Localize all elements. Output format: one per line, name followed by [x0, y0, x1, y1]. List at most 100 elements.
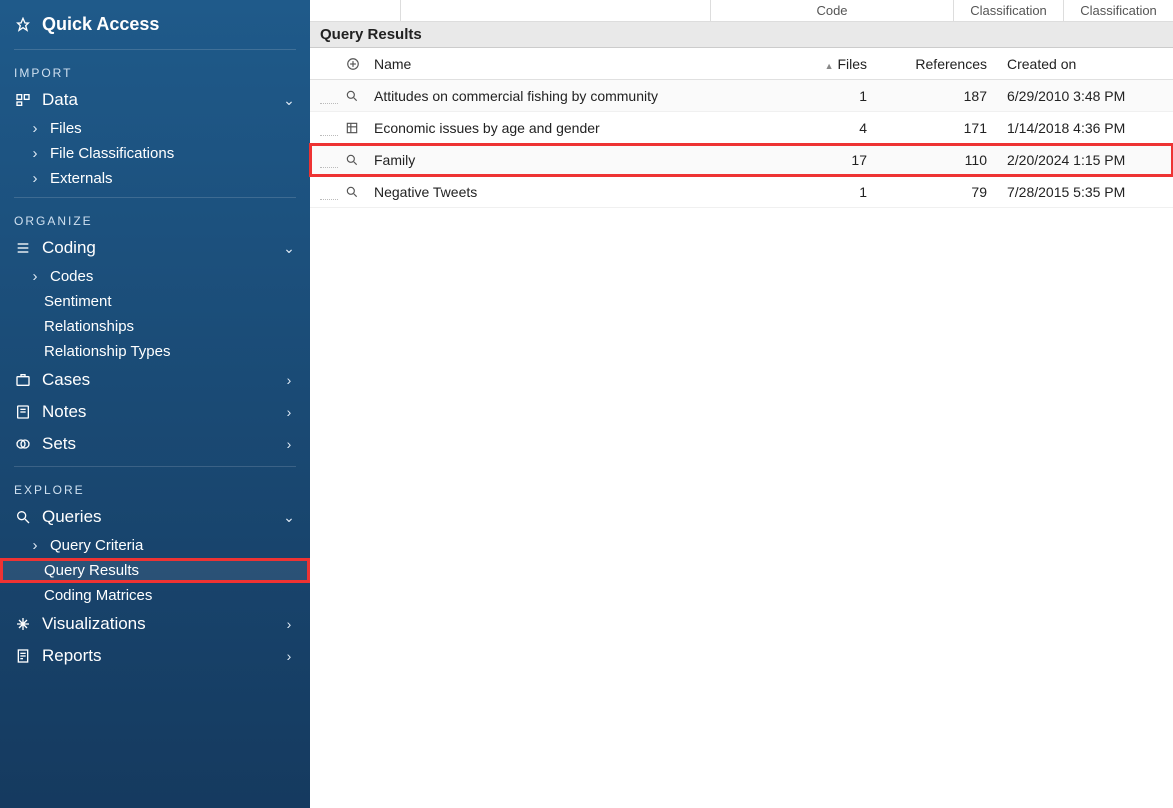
divider [14, 466, 296, 467]
chevron-right-icon: › [28, 170, 42, 187]
row-refs: 110 [883, 152, 1003, 168]
nav-visualizations[interactable]: Visualizations › [0, 608, 310, 640]
nav-coding-relationships[interactable]: Relationships [0, 314, 310, 339]
divider [14, 197, 296, 198]
col-files[interactable]: ▲ Files [793, 56, 883, 72]
nav-data-externals[interactable]: › Externals [0, 166, 310, 191]
row-refs: 187 [883, 88, 1003, 104]
chevron-right-icon: › [282, 616, 296, 632]
nav-coding-codes[interactable]: › Codes [0, 264, 310, 289]
chevron-down-icon: ⌄ [282, 509, 296, 526]
row-files: 4 [793, 120, 883, 136]
table-row-highlighted[interactable]: Family 17 110 2/20/2024 1:15 PM [310, 144, 1173, 176]
chevron-right-icon: › [282, 648, 296, 664]
nav-coding-relationship-types[interactable]: Relationship Types [0, 339, 310, 364]
nav-coding-relationships-label: Relationships [44, 318, 134, 335]
row-name: Negative Tweets [370, 184, 793, 200]
nav-queries-matrices-label: Coding Matrices [44, 587, 152, 604]
magnify-icon [344, 152, 360, 168]
row-files: 17 [793, 152, 883, 168]
chevron-right-icon: › [28, 268, 42, 285]
data-icon [14, 91, 32, 109]
col-created[interactable]: Created on [1003, 56, 1173, 72]
row-refs: 79 [883, 184, 1003, 200]
nav-data-label: Data [42, 90, 78, 110]
chevron-right-icon: › [282, 436, 296, 452]
nav-data[interactable]: Data ⌄ [0, 84, 310, 116]
nav-queries[interactable]: Queries ⌄ [0, 501, 310, 533]
nav-notes[interactable]: Notes › [0, 396, 310, 428]
col-created-label: Created on [1007, 56, 1076, 72]
list-icon [14, 239, 32, 257]
matrix-icon [344, 120, 360, 136]
col-references-label: References [915, 56, 987, 72]
nav-queries-label: Queries [42, 507, 102, 527]
section-explore: EXPLORE [0, 473, 310, 501]
row-name: Economic issues by age and gender [370, 120, 793, 136]
nav-notes-label: Notes [42, 402, 86, 422]
nav-coding-sentiment[interactable]: Sentiment [0, 289, 310, 314]
nav-cases-label: Cases [42, 370, 90, 390]
quick-access[interactable]: Quick Access [0, 6, 310, 43]
nav-data-files[interactable]: › Files [0, 116, 310, 141]
sort-asc-icon: ▲ [825, 61, 834, 71]
chevron-right-icon: › [28, 537, 42, 554]
nav-cases[interactable]: Cases › [0, 364, 310, 396]
nav-queries-criteria[interactable]: › Query Criteria [0, 533, 310, 558]
top-header-code[interactable]: Code [710, 0, 953, 21]
notes-icon [14, 403, 32, 421]
table-row[interactable]: Negative Tweets 1 79 7/28/2015 5:35 PM [310, 176, 1173, 208]
nav-queries-results[interactable]: Query Results [0, 558, 310, 583]
nav-data-file-classifications[interactable]: › File Classifications [0, 141, 310, 166]
main-panel: Code Classification Classification Query… [310, 0, 1173, 808]
nav-queries-results-label: Query Results [44, 562, 139, 579]
sparkle-icon [14, 615, 32, 633]
quick-access-label: Quick Access [42, 14, 159, 35]
nav-coding-codes-label: Codes [50, 268, 93, 285]
divider [14, 49, 296, 50]
results-table: Name ▲ Files References Created on Attit… [310, 48, 1173, 208]
nav-reports[interactable]: Reports › [0, 640, 310, 672]
row-files: 1 [793, 184, 883, 200]
sidebar: Quick Access IMPORT Data ⌄ › Files › Fil… [0, 0, 310, 808]
row-refs: 171 [883, 120, 1003, 136]
nav-visualizations-label: Visualizations [42, 614, 146, 634]
nav-data-files-label: Files [50, 120, 82, 137]
briefcase-icon [14, 371, 32, 389]
chevron-right-icon: › [28, 145, 42, 162]
chevron-right-icon: › [282, 372, 296, 388]
add-icon[interactable] [310, 57, 370, 71]
chevron-down-icon: ⌄ [282, 92, 296, 109]
nav-queries-criteria-label: Query Criteria [50, 537, 143, 554]
row-date: 6/29/2010 3:48 PM [1003, 88, 1173, 104]
sets-icon [14, 435, 32, 453]
nav-sets-label: Sets [42, 434, 76, 454]
top-header-blank2 [400, 0, 710, 21]
table-row[interactable]: Attitudes on commercial fishing by commu… [310, 80, 1173, 112]
nav-data-externals-label: Externals [50, 170, 113, 187]
magnify-icon [344, 88, 360, 104]
nav-sets[interactable]: Sets › [0, 428, 310, 460]
top-header-class2[interactable]: Classification [1063, 0, 1173, 21]
col-name[interactable]: Name [370, 56, 793, 72]
table-row[interactable]: Economic issues by age and gender 4 171 … [310, 112, 1173, 144]
top-header-blank1 [310, 0, 400, 21]
nav-coding[interactable]: Coding ⌄ [0, 232, 310, 264]
top-header-class1[interactable]: Classification [953, 0, 1063, 21]
col-references[interactable]: References [883, 56, 1003, 72]
report-icon [14, 647, 32, 665]
chevron-right-icon: › [282, 404, 296, 420]
row-date: 1/14/2018 4:36 PM [1003, 120, 1173, 136]
nav-queries-matrices[interactable]: Coding Matrices [0, 583, 310, 608]
section-organize: ORGANIZE [0, 204, 310, 232]
chevron-down-icon: ⌄ [282, 240, 296, 257]
row-date: 7/28/2015 5:35 PM [1003, 184, 1173, 200]
search-icon [14, 508, 32, 526]
nav-reports-label: Reports [42, 646, 102, 666]
row-date: 2/20/2024 1:15 PM [1003, 152, 1173, 168]
nav-coding-relationship-types-label: Relationship Types [44, 343, 170, 360]
chevron-right-icon: › [28, 120, 42, 137]
table-header: Name ▲ Files References Created on [310, 48, 1173, 80]
top-header-row: Code Classification Classification [310, 0, 1173, 22]
pin-icon [14, 16, 32, 34]
